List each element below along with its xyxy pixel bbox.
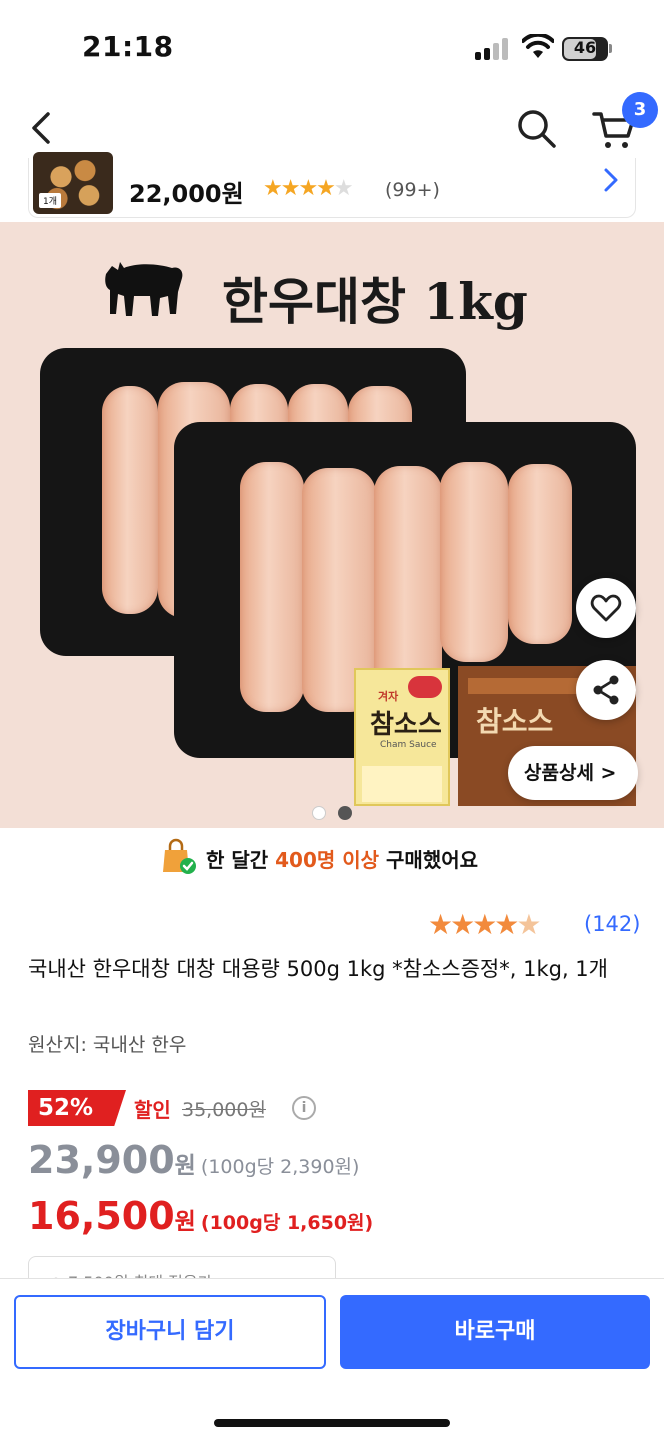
price-value: 23,900 bbox=[28, 1138, 175, 1182]
notice-suffix: 구매했어요 bbox=[379, 848, 479, 872]
sale-price-row: 16,500원 (100g당 1,650원) bbox=[28, 1194, 373, 1238]
price-unit: 원 bbox=[174, 1153, 196, 1179]
product-page: 21:18 46 3 1개 22,000원 ★★★★★ (99+) 한우대창 1… bbox=[0, 0, 664, 1440]
carousel-dots bbox=[310, 806, 358, 822]
buy-now-button[interactable]: 바로구매 bbox=[340, 1295, 650, 1369]
original-price: 35,000원 bbox=[182, 1099, 266, 1121]
status-bar: 21:18 46 bbox=[0, 0, 664, 96]
battery-level: 46 bbox=[573, 38, 597, 57]
thumbnail-tag: 1개 bbox=[39, 193, 62, 208]
chevron-right-icon[interactable] bbox=[599, 166, 623, 194]
price-row: 23,900원 (100g당 2,390원) bbox=[28, 1138, 359, 1182]
info-icon[interactable]: i bbox=[292, 1096, 316, 1120]
related-product-thumbnail: 1개 bbox=[33, 152, 113, 214]
rating-stars: ★★★★★ bbox=[428, 908, 542, 941]
mustard-sauce-pack: 겨자 참소스 Cham Sauce bbox=[354, 668, 450, 806]
share-button[interactable] bbox=[576, 660, 636, 720]
battery-icon: 46 bbox=[562, 37, 608, 61]
cow-icon bbox=[105, 262, 183, 316]
status-time: 21:18 bbox=[82, 30, 174, 63]
product-detail-button[interactable]: 상품상세 > bbox=[508, 746, 638, 800]
sale-price-per-100g: (100g당 1,650원) bbox=[200, 1212, 374, 1234]
signal-icon bbox=[475, 38, 511, 60]
review-count[interactable]: (142) bbox=[584, 912, 640, 936]
share-icon bbox=[593, 675, 619, 705]
notice-highlight: 400명 이상 bbox=[275, 848, 380, 872]
bottom-action-bar: 장바구니 담기 바로구매 bbox=[0, 1278, 664, 1440]
wifi-icon bbox=[522, 34, 554, 58]
related-product-bar[interactable]: 1개 22,000원 ★★★★★ (99+) bbox=[28, 152, 636, 218]
cart-count-badge: 3 bbox=[622, 92, 658, 128]
sale-price-value: 16,500 bbox=[28, 1194, 175, 1238]
product-image-carousel[interactable]: 한우대창 1kg 겨자 참소스 Cham Sauce 참소스 상품상세 > bbox=[0, 222, 664, 828]
related-product-review-count: (99+) bbox=[385, 179, 440, 201]
product-title: 국내산 한우대창 대창 대용량 500g 1kg *참소스증정*, 1kg, 1… bbox=[28, 957, 608, 981]
price-per-100g: (100g당 2,390원) bbox=[200, 1156, 360, 1178]
home-indicator[interactable] bbox=[214, 1419, 450, 1427]
back-arrow-icon[interactable] bbox=[22, 108, 62, 148]
notice-prefix: 한 달간 bbox=[206, 848, 276, 872]
search-icon[interactable] bbox=[514, 106, 558, 150]
sale-price-unit: 원 bbox=[174, 1209, 196, 1235]
discount-badge: 52% bbox=[28, 1090, 126, 1126]
heart-icon bbox=[590, 594, 622, 622]
top-nav bbox=[0, 96, 664, 160]
wishlist-button[interactable] bbox=[576, 578, 636, 638]
discount-label: 할인 bbox=[134, 1098, 171, 1122]
related-product-price: 22,000원 bbox=[129, 180, 244, 208]
related-product-stars: ★★★★★ bbox=[263, 176, 354, 201]
product-origin: 원산지: 국내산 한우 bbox=[28, 1034, 187, 1056]
shopping-bag-icon bbox=[163, 838, 196, 874]
add-to-cart-button[interactable]: 장바구니 담기 bbox=[14, 1295, 326, 1369]
purchase-notice: 한 달간 400명 이상 구매했어요 bbox=[0, 828, 664, 884]
hero-title: 한우대창 1kg bbox=[222, 272, 528, 331]
